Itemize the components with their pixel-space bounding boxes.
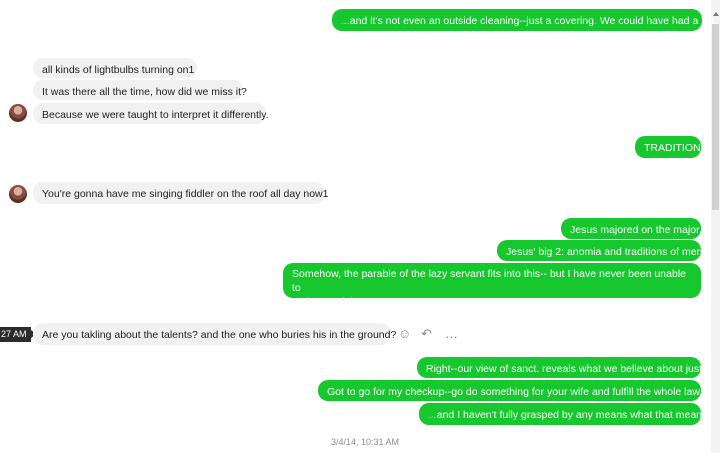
scrollbar-thumb[interactable] bbox=[712, 24, 719, 210]
sent-message[interactable]: TRADITION bbox=[635, 136, 701, 158]
received-message[interactable]: It was there all the time, how did we mi… bbox=[33, 80, 247, 100]
contact-avatar[interactable] bbox=[9, 104, 27, 122]
received-message[interactable]: Because we were taught to interpret it d… bbox=[33, 103, 269, 124]
more-options-icon[interactable]: … bbox=[445, 326, 458, 342]
emoji-icon[interactable]: ☺ bbox=[398, 326, 411, 342]
scrollbar[interactable] bbox=[711, 0, 720, 453]
received-message[interactable]: You're gonna have me singing fiddler on … bbox=[33, 182, 328, 204]
message-line: Somehow, the parable of the lazy servant… bbox=[292, 268, 686, 294]
message-line: understand the servants excuse. bbox=[292, 296, 444, 308]
sent-message[interactable]: Right--our view of sanct. reveals what w… bbox=[417, 357, 705, 378]
sent-message[interactable]: Somehow, the parable of the lazy servant… bbox=[283, 263, 701, 308]
received-message[interactable]: all kinds of lightbulbs turning on1 bbox=[33, 58, 197, 78]
sent-message[interactable]: Jesus majored on the major. bbox=[561, 218, 702, 239]
received-message[interactable]: Are you takling about the talents? and t… bbox=[33, 323, 396, 345]
message-timestamp: 3/4/14, 10:31 AM bbox=[331, 437, 400, 447]
hover-time-tooltip: 27 AM bbox=[0, 327, 35, 342]
contact-avatar[interactable] bbox=[9, 185, 27, 203]
reply-icon[interactable]: ↶ bbox=[421, 326, 432, 342]
sent-message[interactable]: ...and it's not even an outside cleaning… bbox=[332, 9, 717, 31]
sent-message[interactable]: Got to go for my checkup--go do somethin… bbox=[318, 380, 702, 401]
sent-message[interactable]: Jesus' big 2: anomia and traditions of m… bbox=[497, 240, 705, 261]
sent-message[interactable]: ...and I haven't fully grasped by any me… bbox=[419, 403, 710, 425]
